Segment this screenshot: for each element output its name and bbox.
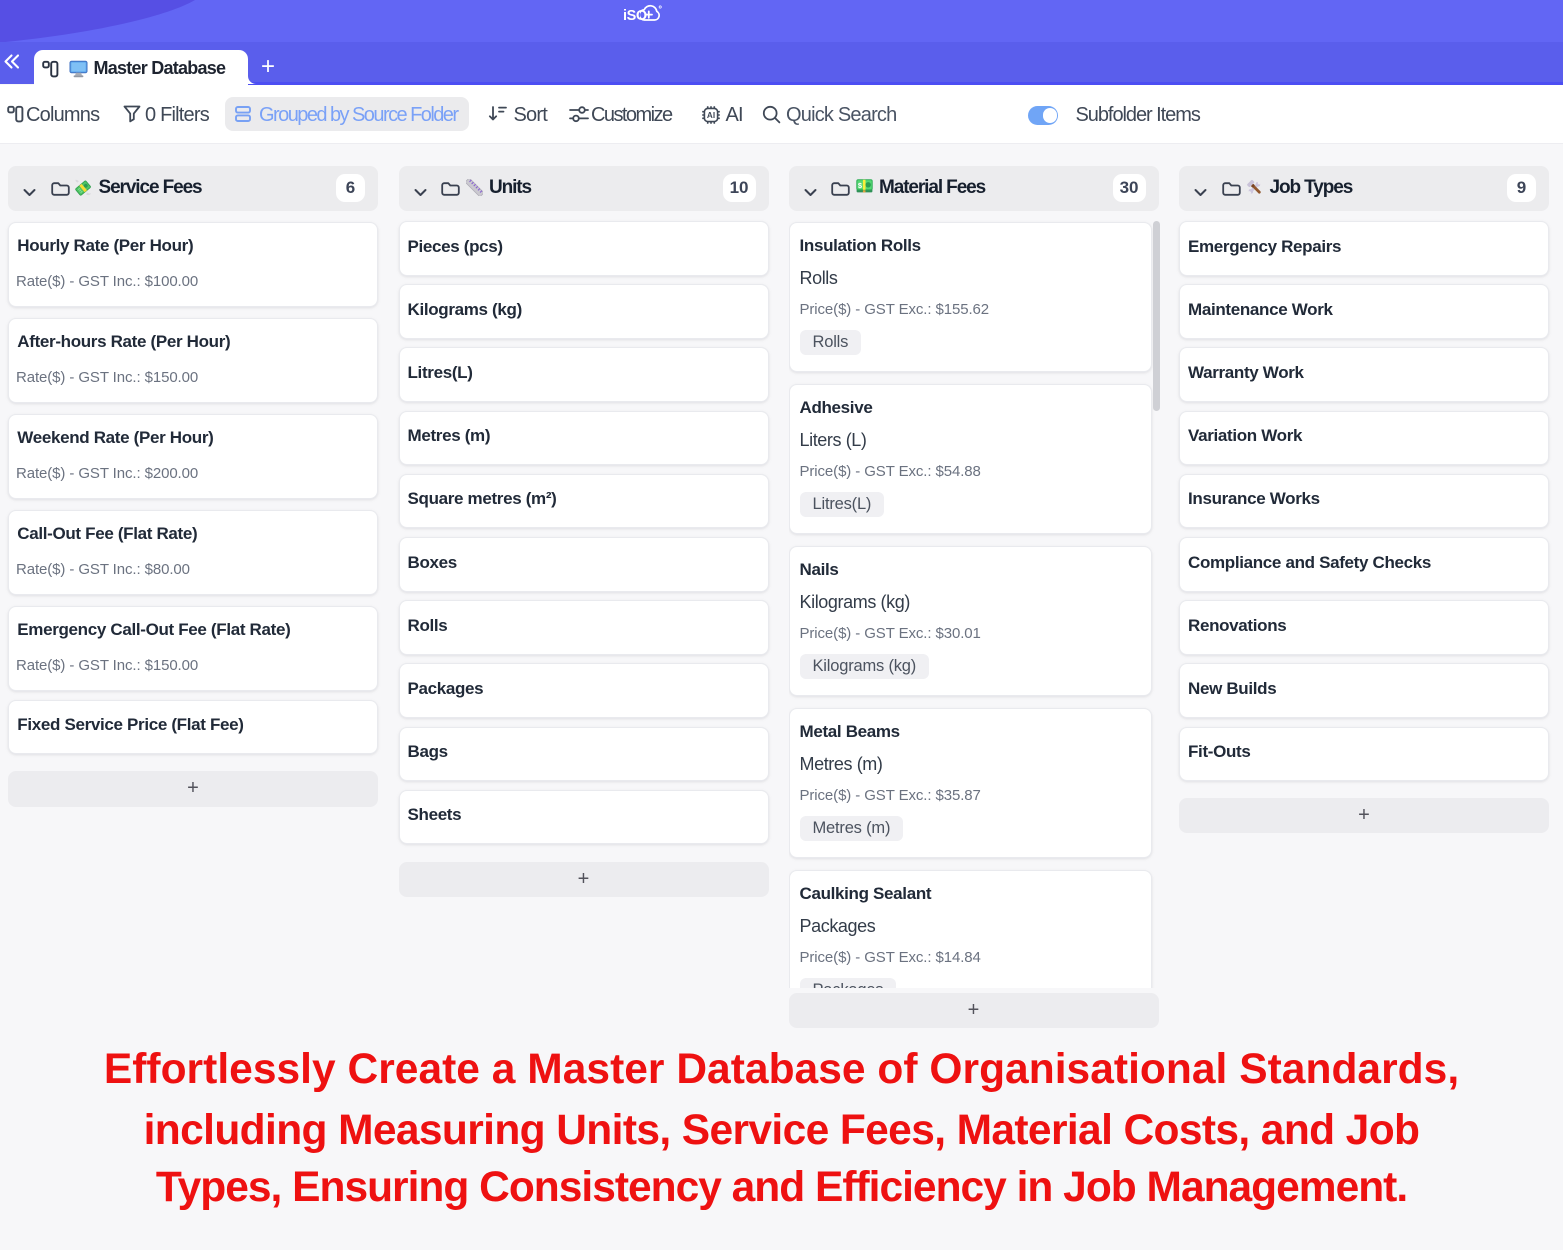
svg-text:AI: AI — [707, 111, 715, 120]
